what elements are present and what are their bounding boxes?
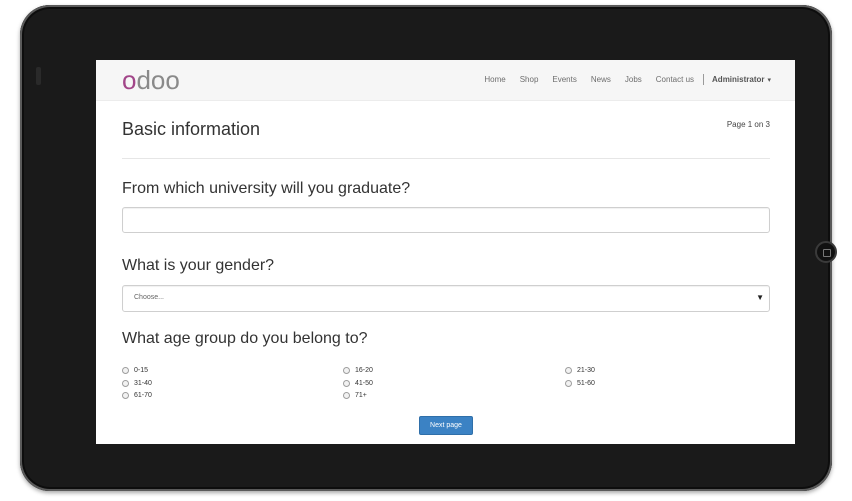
radio-label: 51-60 [577,380,595,387]
radio-age-71-plus[interactable]: 71+ [343,392,367,399]
home-button[interactable] [815,241,837,263]
university-input[interactable] [122,207,770,233]
top-navbar: odoo Home Shop Events News Jobs Contact … [96,60,795,101]
radio-age-61-70[interactable]: 61-70 [122,392,152,399]
radio-age-31-40[interactable]: 31-40 [122,380,152,387]
question-gender-label: What is your gender? [122,257,275,274]
camera-dot [36,67,41,85]
odoo-logo[interactable]: odoo [122,66,180,94]
radio-label: 0-15 [134,367,149,374]
radio-circle-icon[interactable] [122,392,129,399]
page-indicator: Page 1 on 3 [726,120,770,129]
question-university-label: From which university will you graduate? [122,180,411,197]
logo-letters: doo [136,65,180,95]
user-menu[interactable]: Administrator [712,75,764,84]
gender-select[interactable]: Choose... ▼ [122,285,770,312]
radio-circle-icon[interactable] [122,367,129,374]
title-divider [122,158,770,159]
radio-circle-icon[interactable] [343,392,350,399]
tablet-frame: odoo Home Shop Events News Jobs Contact … [20,5,837,491]
radio-label: 41-50 [355,380,373,387]
radio-age-0-15[interactable]: 0-15 [122,367,148,374]
question-age-label: What age group do you belong to? [122,330,368,347]
radio-circle-icon[interactable] [565,380,572,387]
screen: odoo Home Shop Events News Jobs Contact … [96,60,795,444]
dropdown-arrow-icon: ▼ [756,293,764,302]
radio-label: 16-20 [355,367,373,374]
gender-select-value: Choose... [134,294,164,301]
nav-menu: Home Shop Events News Jobs Contact us Ad… [470,74,771,85]
radio-age-51-60[interactable]: 51-60 [565,380,595,387]
nav-contact-us[interactable]: Contact us [656,75,694,84]
radio-label: 21-30 [577,367,595,374]
nav-divider [703,74,705,85]
radio-age-16-20[interactable]: 16-20 [343,367,373,374]
nav-shop[interactable]: Shop [520,75,539,84]
caret-down-icon[interactable]: ▾ [767,76,771,84]
radio-label: 31-40 [134,380,152,387]
radio-circle-icon[interactable] [343,380,350,387]
nav-news[interactable]: News [591,75,611,84]
radio-age-41-50[interactable]: 41-50 [343,380,373,387]
page-title: Basic information [122,119,261,139]
radio-circle-icon[interactable] [122,380,129,387]
nav-events[interactable]: Events [552,75,576,84]
logo-letter-accent: o [122,65,137,95]
nav-home[interactable]: Home [484,75,505,84]
radio-circle-icon[interactable] [343,367,350,374]
radio-circle-icon[interactable] [565,367,572,374]
radio-label: 71+ [355,392,367,399]
radio-label: 61-70 [134,392,152,399]
radio-age-21-30[interactable]: 21-30 [565,367,595,374]
nav-jobs[interactable]: Jobs [625,75,642,84]
next-page-button[interactable]: Next page [419,416,473,435]
